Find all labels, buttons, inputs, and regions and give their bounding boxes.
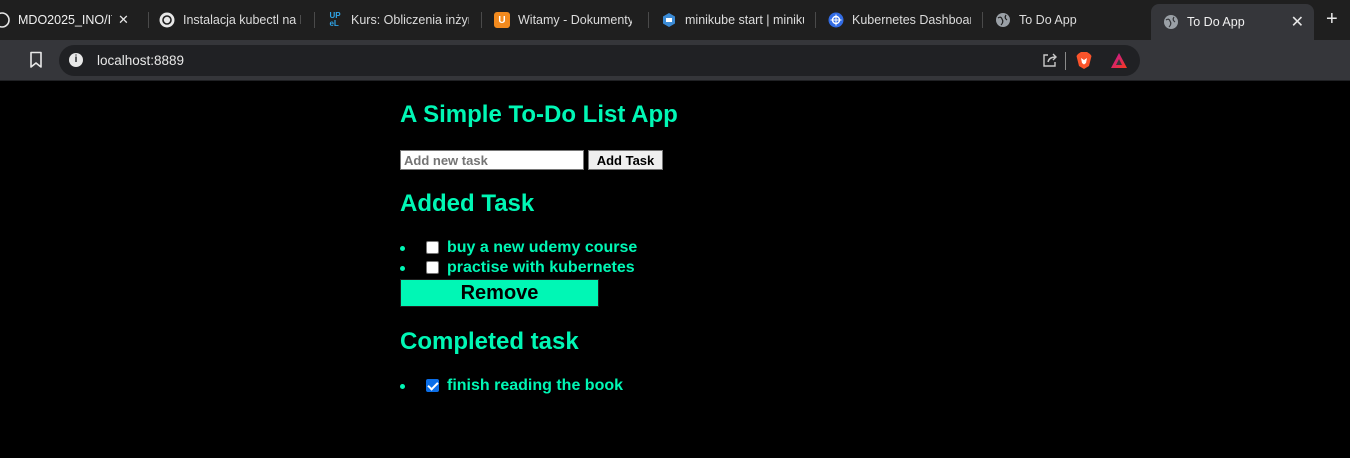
address-bar[interactable]: i localhost:8889: [59, 45, 1140, 76]
gitlab-icon: [0, 12, 10, 28]
task-label: finish reading the book: [447, 377, 624, 394]
browser-toolbar: i localhost:8889: [0, 40, 1350, 81]
tab-title: To Do App: [1019, 13, 1077, 27]
tab-usos[interactable]: U Witamy - Dokumenty: [494, 4, 634, 36]
task-label: buy a new udemy course: [447, 239, 638, 256]
task-checkbox[interactable]: [426, 241, 439, 254]
tab-title: Kurs: Obliczenia inżyni: [351, 13, 469, 27]
added-task-heading: Added Task: [400, 190, 535, 217]
tab-todo-app-active[interactable]: To Do App ✕: [1151, 4, 1314, 40]
tab-title: minikube start | miniku: [685, 13, 804, 27]
globe-icon: [1163, 14, 1179, 30]
brave-shields-icon[interactable]: [1075, 51, 1093, 70]
upel-icon: UP eL: [329, 11, 341, 28]
tab-kubectl[interactable]: Instalacja kubectl na Fe: [159, 4, 305, 36]
share-icon[interactable]: [1042, 52, 1058, 68]
tab-kubernetes-dashboard[interactable]: Kubernetes Dashboard: [828, 4, 973, 36]
kubernetes-icon: [828, 12, 844, 28]
task-checkbox[interactable]: [426, 261, 439, 274]
minikube-icon: [661, 12, 677, 28]
tab-separator: [982, 12, 983, 28]
bullet-icon: [400, 266, 405, 271]
omnibox-separator: [1065, 52, 1066, 70]
completed-task-checkbox[interactable]: [426, 379, 439, 392]
remove-button[interactable]: Remove: [400, 279, 599, 307]
close-icon[interactable]: ✕: [1291, 12, 1304, 32]
bookmark-icon[interactable]: [29, 51, 43, 69]
tab-separator: [314, 12, 315, 28]
usos-icon: U: [494, 12, 510, 28]
tab-title: Witamy - Dokumenty: [518, 13, 632, 27]
new-tab-icon[interactable]: +: [1326, 8, 1338, 31]
tab-title: To Do App: [1187, 15, 1245, 29]
brave-rewards-icon[interactable]: [1110, 52, 1128, 69]
page-content: A Simple To-Do List App Add Task Added T…: [0, 81, 1350, 458]
bullet-icon: [400, 384, 405, 389]
tab-title: Instalacja kubectl na Fe: [183, 13, 301, 27]
tab-separator: [148, 12, 149, 28]
chatgpt-icon: [159, 12, 175, 28]
new-task-input[interactable]: [400, 150, 584, 170]
tab-strip: MDO2025_INO/IT ✕ Instalacja kubectl na F…: [0, 0, 1350, 40]
page-title: A Simple To-Do List App: [400, 101, 678, 128]
globe-icon: [995, 12, 1011, 28]
info-icon[interactable]: i: [69, 53, 83, 67]
task-label: practise with kubernetes: [447, 259, 635, 276]
tab-separator: [481, 12, 482, 28]
completed-task-heading: Completed task: [400, 328, 579, 355]
tab-title: MDO2025_INO/IT: [18, 13, 112, 27]
tab-upel[interactable]: UP eL Kurs: Obliczenia inżyni: [327, 4, 472, 36]
add-task-button[interactable]: Add Task: [588, 150, 663, 170]
tab-title: Kubernetes Dashboard: [852, 13, 971, 27]
tab-separator: [648, 12, 649, 28]
tab-mdo2025[interactable]: MDO2025_INO/IT ✕: [0, 4, 140, 36]
url-text[interactable]: localhost:8889: [97, 53, 184, 68]
tab-todo-app[interactable]: To Do App: [995, 4, 1135, 36]
close-icon[interactable]: ✕: [118, 12, 129, 28]
tab-separator: [815, 12, 816, 28]
bullet-icon: [400, 246, 405, 251]
tab-minikube[interactable]: minikube start | miniku: [661, 4, 806, 36]
